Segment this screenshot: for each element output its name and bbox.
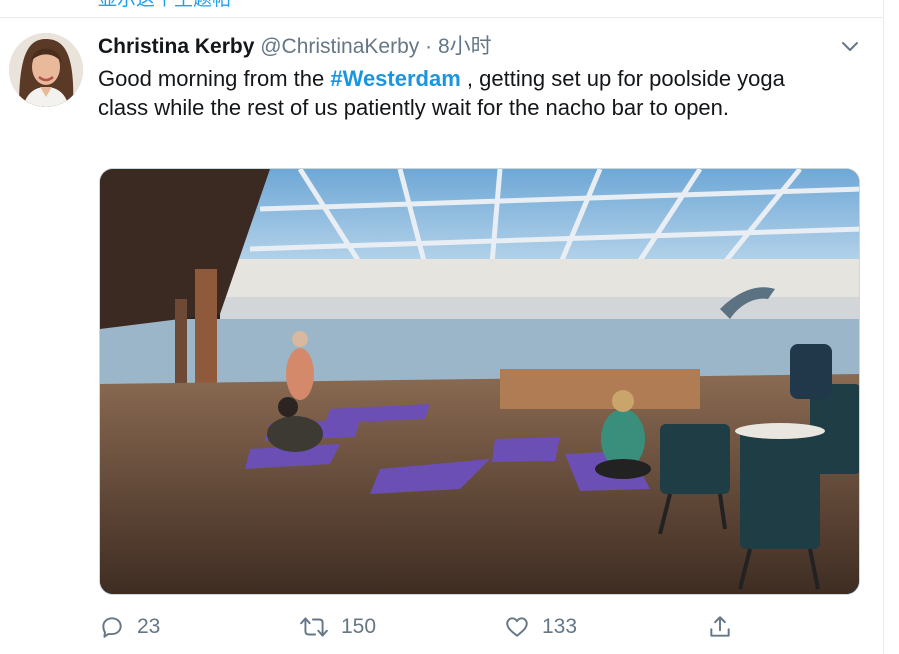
reply-count: 23 (137, 615, 161, 638)
hashtag-link[interactable]: #Westerdam (330, 66, 460, 91)
tweet-photo[interactable] (99, 168, 860, 595)
like-count: 133 (542, 615, 578, 638)
tweet-actions: 23 150 133 (99, 612, 839, 642)
more-options-button[interactable] (838, 36, 862, 56)
retweet-icon (300, 617, 328, 637)
retweet-button[interactable]: 150 (299, 612, 376, 642)
reply-button[interactable]: 23 (99, 612, 160, 642)
share-button[interactable] (707, 612, 733, 642)
timeline-border (883, 0, 884, 654)
avatar[interactable] (9, 33, 83, 107)
author-name[interactable]: Christina Kerby (98, 35, 254, 58)
retweet-count: 150 (341, 615, 377, 638)
tweet-text-before: Good morning from the (98, 66, 331, 91)
heart-icon (506, 617, 528, 637)
top-divider (0, 17, 884, 18)
chevron-down-icon (842, 42, 858, 51)
like-button[interactable]: 133 (504, 612, 577, 642)
separator-dot: · (425, 35, 433, 58)
tweet-time[interactable]: 8小时 (438, 35, 492, 58)
tweet-header: Christina Kerby @ChristinaKerby · 8小时 (98, 33, 492, 61)
author-handle[interactable]: @ChristinaKerby (260, 35, 419, 58)
share-icon (710, 616, 730, 637)
tweet-text: Good morning from the #Westerdam , getti… (98, 64, 838, 122)
show-thread-link[interactable]: 显示这个主题帖 (98, 0, 231, 10)
reply-icon (102, 617, 122, 638)
